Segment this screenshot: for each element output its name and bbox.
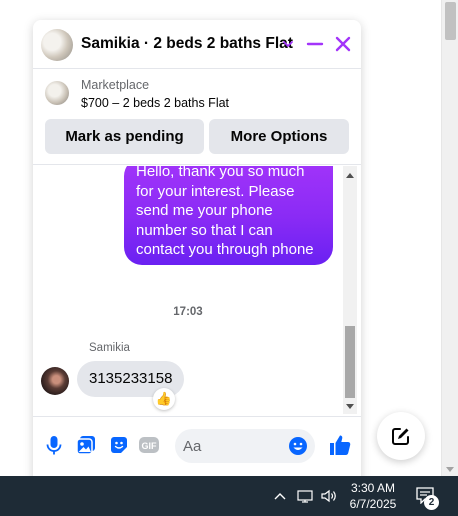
chevron-down-icon[interactable] [278, 34, 298, 54]
more-options-button[interactable]: More Options [209, 119, 349, 154]
like-icon[interactable] [328, 433, 352, 457]
notification-count-badge: 2 [424, 495, 439, 510]
message-list[interactable]: Hello, thank you so much for your intere… [33, 166, 361, 414]
sticker-icon[interactable] [108, 434, 130, 456]
sender-avatar[interactable] [41, 367, 69, 395]
gif-icon[interactable]: GIF [138, 434, 160, 456]
listing-title[interactable]: $700 – 2 beds 2 baths Flat [81, 96, 229, 110]
mark-as-pending-button[interactable]: Mark as pending [45, 119, 204, 154]
chat-title[interactable]: Samikia · 2 beds 2 baths Flat [81, 35, 293, 53]
messages-scrollbar-thumb[interactable] [345, 326, 355, 398]
clock-date: 6/7/2025 [349, 497, 397, 511]
scroll-up-arrow-icon[interactable] [346, 173, 354, 178]
listing-avatar[interactable] [41, 29, 73, 61]
page-scrollbar-thumb[interactable] [445, 2, 456, 40]
system-clock[interactable]: 3:30 AM 6/7/2025 [346, 480, 400, 512]
outgoing-message-text: Hello, thank you so much for your intere… [136, 166, 314, 258]
compose-icon [392, 428, 409, 445]
listing-thumbnail[interactable] [45, 81, 69, 105]
marketplace-panel: Marketplace $700 – 2 beds 2 baths Flat M… [33, 69, 361, 165]
chat-header[interactable]: Samikia · 2 beds 2 baths Flat [33, 20, 361, 69]
network-icon[interactable] [296, 488, 314, 504]
message-input[interactable] [183, 429, 283, 463]
clock-time: 3:30 AM [350, 481, 396, 495]
message-timestamp: 17:03 [173, 306, 203, 318]
scroll-down-arrow-icon[interactable] [346, 404, 354, 409]
thumbs-up-reaction-icon[interactable]: 👍 [153, 388, 175, 410]
new-message-button[interactable] [377, 412, 425, 460]
microphone-icon[interactable] [43, 434, 65, 456]
show-hidden-icons-chevron-icon[interactable] [271, 488, 289, 504]
emoji-icon[interactable] [288, 436, 308, 456]
notification-center-button[interactable]: 2 [415, 486, 439, 510]
message-input-wrapper[interactable] [175, 429, 315, 463]
sender-name: Samikia [89, 342, 130, 354]
windows-taskbar: 3:30 AM 6/7/2025 2 [0, 476, 458, 516]
marketplace-label: Marketplace [81, 78, 150, 92]
scroll-down-arrow-icon[interactable] [446, 467, 454, 472]
gif-label: GIF [142, 441, 158, 451]
photo-icon[interactable] [75, 434, 97, 456]
chat-window: Samikia · 2 beds 2 baths Flat Marketplac… [33, 20, 361, 490]
messages-scrollbar[interactable] [343, 166, 357, 414]
message-composer: GIF [33, 416, 361, 476]
minimize-icon[interactable] [305, 34, 325, 54]
outgoing-message[interactable]: Hello, thank you so much for your intere… [124, 166, 333, 265]
close-icon[interactable] [333, 34, 353, 54]
page-scrollbar[interactable] [441, 0, 458, 476]
volume-icon[interactable] [320, 488, 338, 504]
